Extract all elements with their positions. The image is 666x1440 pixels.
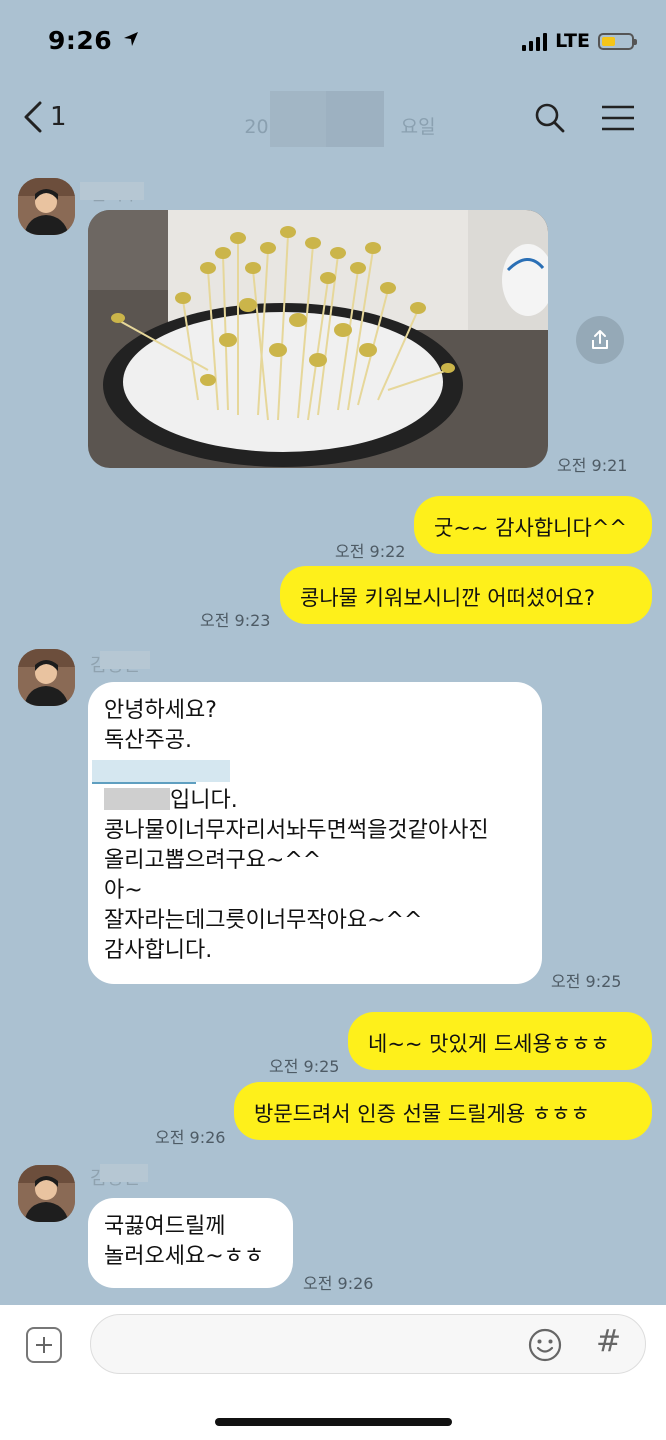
title-redaction (326, 91, 384, 147)
message-timestamp: 오전 9:26 (303, 1274, 374, 1293)
message-line-with-redaction: 입니다. (104, 786, 526, 816)
their-message-bubble[interactable]: 국끓여드릴께 놀러오세요~ㅎㅎ (88, 1198, 293, 1288)
message-line: 국끓여드릴께 (104, 1214, 226, 1239)
message-timestamp: 오전 9:26 (155, 1128, 226, 1147)
hamburger-menu-icon (602, 105, 634, 131)
sender-name: 김영민 (90, 651, 150, 677)
unread-count: 1 (50, 102, 67, 132)
message-line: 독산주공. (104, 728, 192, 753)
my-message-bubble[interactable]: 네~~ 맛있게 드세용ㅎㅎㅎ (348, 1012, 652, 1070)
name-redaction (100, 1164, 148, 1182)
emoji-button[interactable] (527, 1327, 563, 1363)
avatar[interactable] (18, 1165, 75, 1222)
shared-photo[interactable] (88, 210, 548, 468)
hashtag-button[interactable]: # (596, 1324, 621, 1359)
name-redaction (80, 182, 144, 200)
message-line: 안녕하세요? (104, 698, 217, 723)
avatar[interactable] (18, 649, 75, 706)
room-title-right: 요일 (400, 116, 436, 138)
smiley-icon (528, 1328, 562, 1362)
message-timestamp: 오전 9:25 (269, 1057, 340, 1076)
message-line: 놀러오세요~ㅎㅎ (104, 1244, 265, 1269)
share-button[interactable] (576, 316, 624, 364)
status-indicators: LTE (522, 30, 637, 52)
back-button[interactable]: 1 (22, 100, 67, 134)
redaction-underline (92, 782, 196, 784)
message-timestamp: 오전 9:21 (557, 456, 628, 475)
plus-icon (36, 1337, 52, 1353)
message-line: 콩나물이너무자리서놔두면썩을것같아사진 (104, 818, 489, 843)
avatar-photo-icon (18, 649, 75, 706)
text-redaction (92, 760, 230, 782)
redacted-line (92, 756, 526, 786)
share-icon (592, 330, 608, 349)
status-time: 9:26 (48, 26, 139, 55)
message-timestamp: 오전 9:22 (335, 542, 406, 561)
attach-button[interactable] (26, 1327, 62, 1363)
name-redaction (100, 651, 150, 669)
avatar-photo-icon (18, 1165, 75, 1222)
my-message-bubble[interactable]: 콩나물 키워보시니깐 어떠셨어요? (280, 566, 652, 624)
my-message-bubble[interactable]: 굿~~ 감사합니다^^ (414, 496, 652, 554)
avatar[interactable] (18, 178, 75, 235)
room-title-left: 20 (244, 116, 269, 138)
my-message-bubble[interactable]: 방문드려서 인증 선물 드릴게용 ㅎㅎㅎ (234, 1082, 652, 1140)
message-timestamp: 오전 9:23 (200, 611, 271, 630)
text-redaction (104, 788, 170, 810)
message-timestamp: 오전 9:25 (551, 972, 622, 991)
avatar-photo-icon (18, 178, 75, 235)
search-button[interactable] (530, 98, 570, 138)
sender-name: 김영민 (90, 1164, 148, 1190)
message-line: 감사합니다. (104, 938, 213, 963)
battery-icon (598, 32, 637, 50)
message-line-text: 입니다. (170, 788, 238, 813)
title-redaction (270, 91, 326, 147)
chevron-left-icon (24, 101, 42, 133)
message-line: 아~ (104, 878, 143, 903)
bean-sprouts-photo (88, 210, 548, 468)
message-line: 올리고뽑으려구요~^^ (104, 848, 322, 873)
network-label: LTE (555, 30, 590, 52)
menu-button[interactable] (598, 98, 638, 138)
message-line: 잘자라는데그릇이너무작아요~^^ (104, 908, 423, 933)
signal-icon (522, 31, 548, 51)
their-message-bubble[interactable]: 안녕하세요? 독산주공. 입니다. 콩나물이너무자리서놔두면썩을것같아사진 올리… (88, 682, 542, 984)
search-icon (535, 103, 565, 133)
sender-name: 김석수 (80, 180, 144, 206)
location-arrow-icon (124, 32, 139, 46)
home-indicator (215, 1418, 452, 1426)
